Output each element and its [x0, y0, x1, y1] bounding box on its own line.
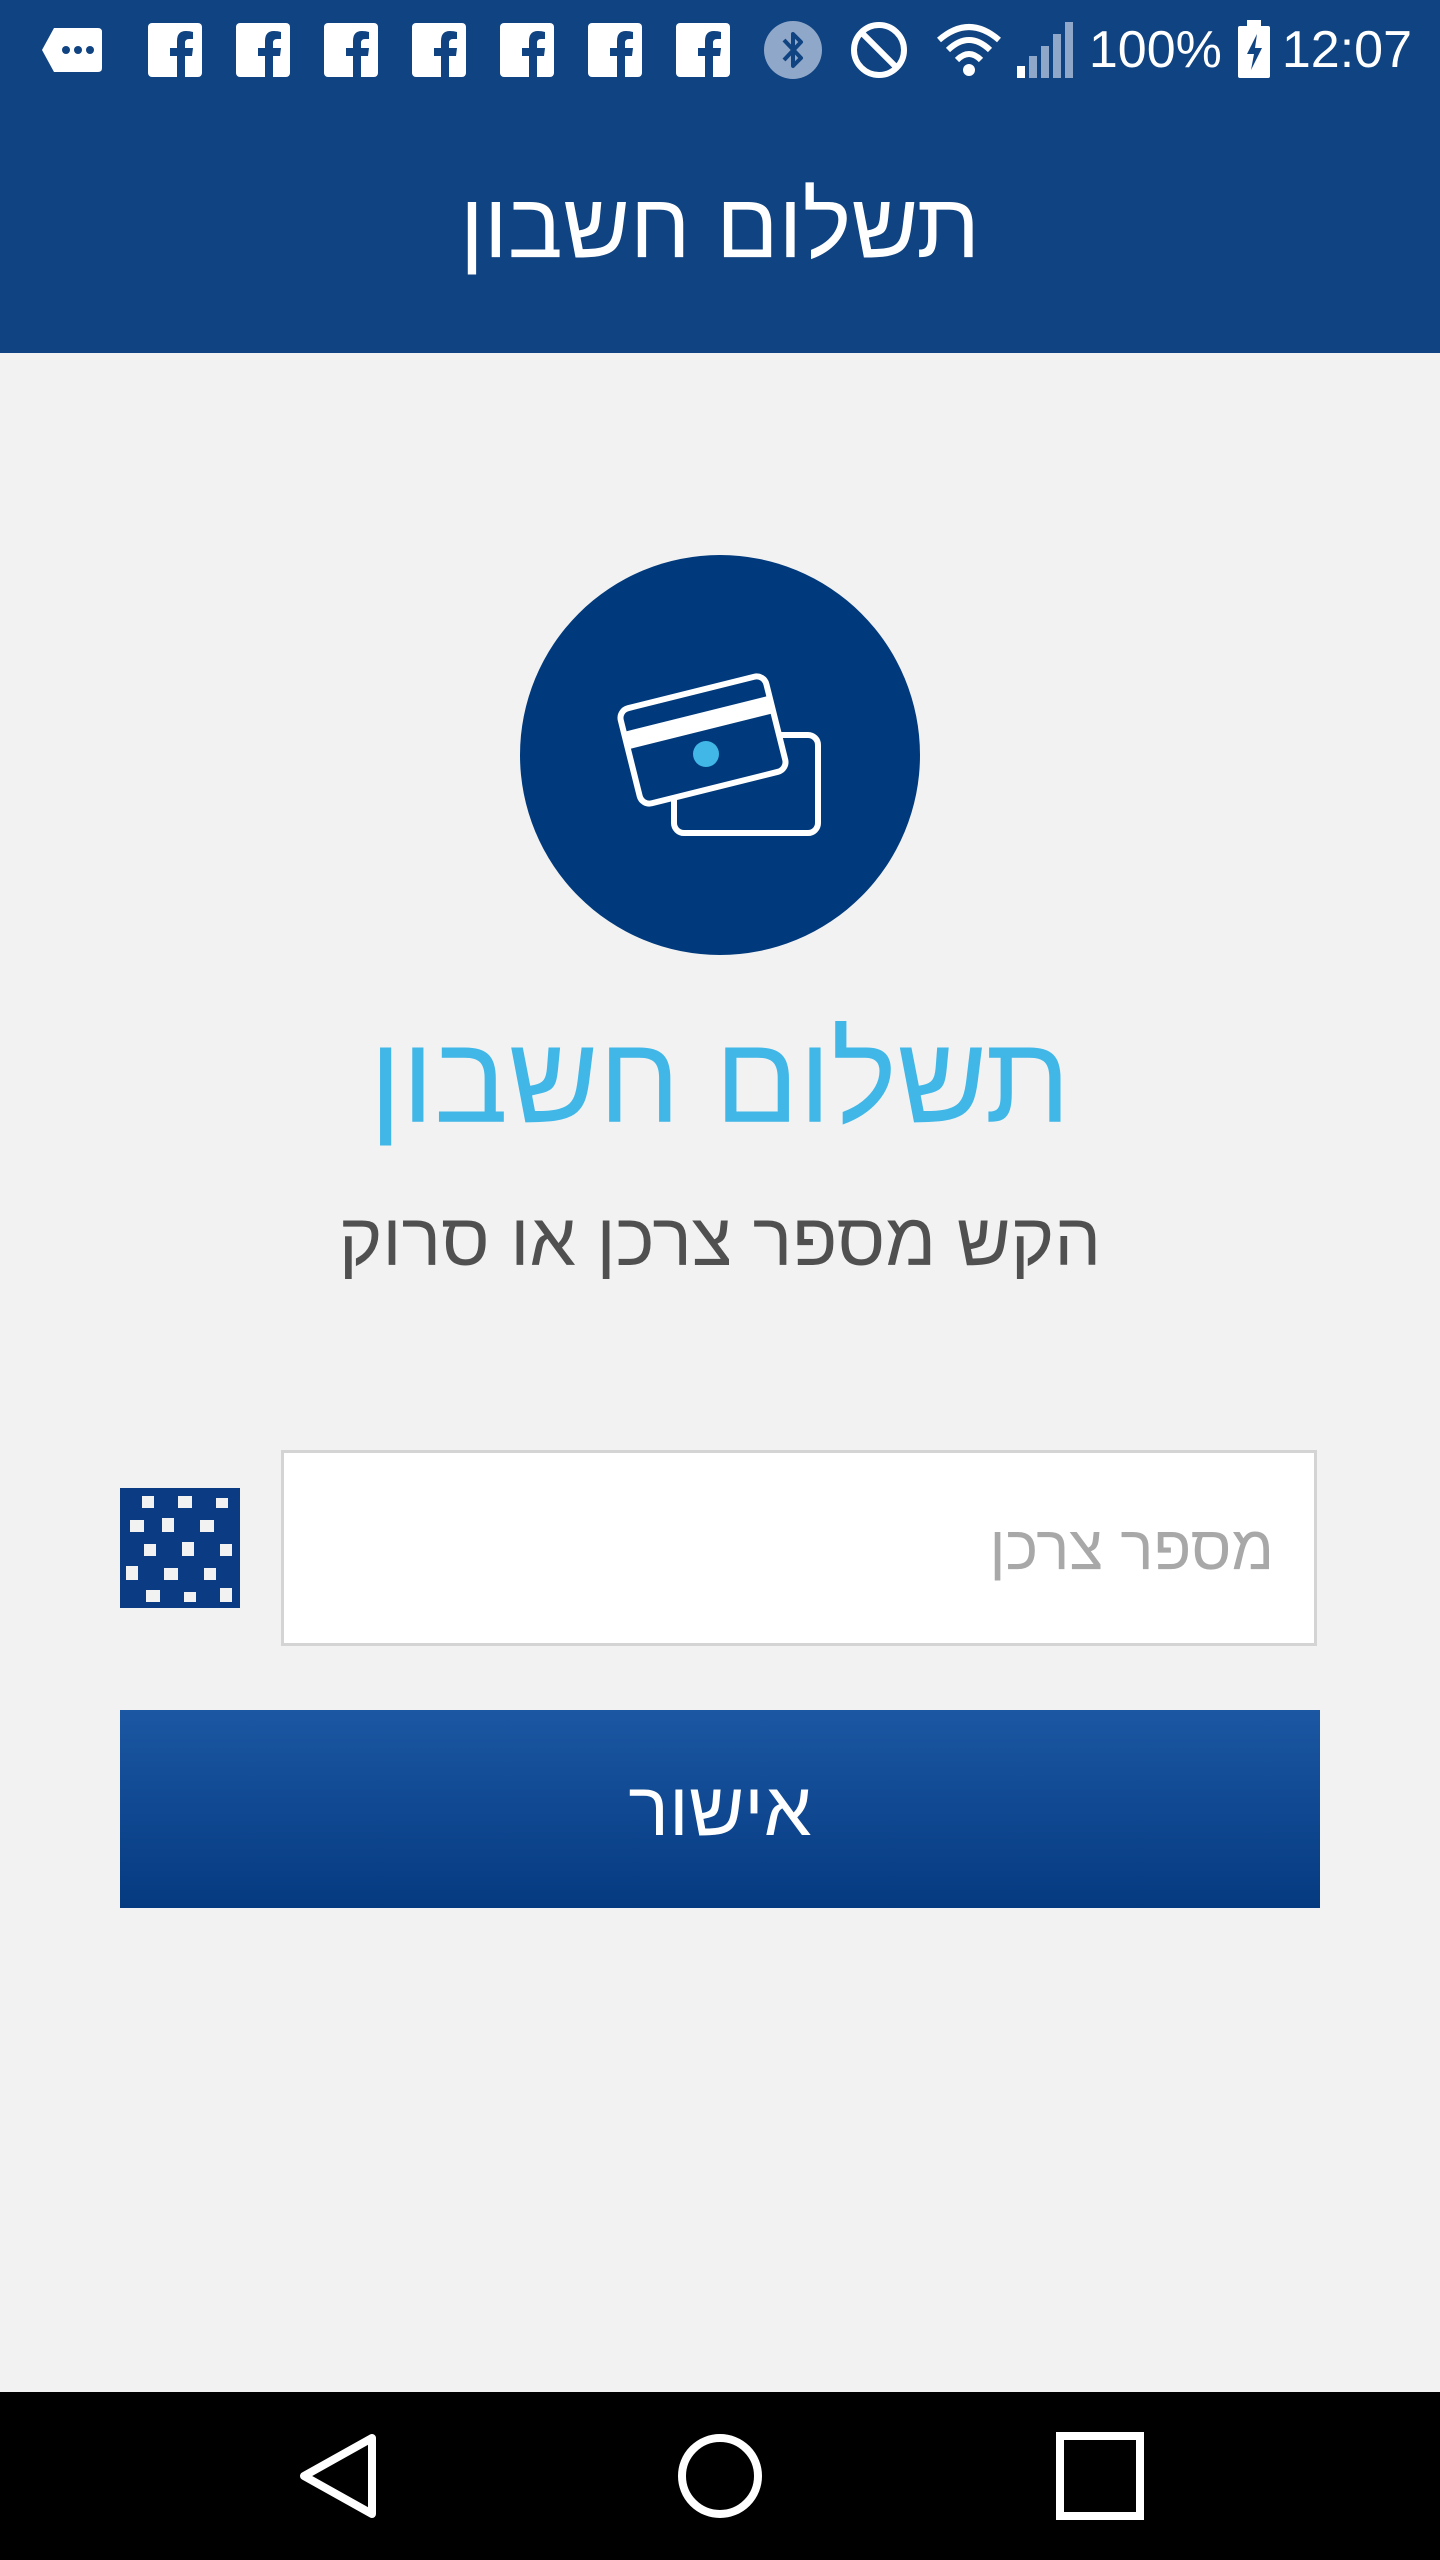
recent-apps-icon[interactable] — [1040, 2416, 1160, 2536]
clock: 12:07 — [1281, 21, 1412, 79]
system-icons: 100% 12:07 — [763, 20, 1412, 80]
notification-icons — [40, 20, 764, 80]
do-not-disturb-icon — [850, 22, 907, 78]
instruction-text: הקש מספר צרכן או סרוק — [338, 1198, 1102, 1281]
hero-circle — [520, 555, 920, 955]
back-icon[interactable] — [280, 2416, 400, 2536]
facebook-icon — [412, 23, 466, 77]
facebook-icon — [588, 23, 642, 77]
battery-percent: 100% — [1088, 21, 1222, 79]
wifi-icon — [936, 24, 1001, 76]
barcode-scan-icon[interactable] — [120, 1488, 240, 1608]
home-icon[interactable] — [660, 2416, 780, 2536]
confirm-button-label: אישור — [628, 1766, 812, 1852]
confirm-button[interactable]: אישור — [120, 1710, 1320, 1908]
facebook-icon — [148, 23, 202, 77]
facebook-icon — [500, 23, 554, 77]
signal-icon — [1016, 22, 1073, 78]
credit-cards-icon — [617, 673, 821, 836]
bluetooth-icon — [763, 21, 822, 79]
chat-icon — [42, 28, 102, 72]
battery-charging-icon — [1237, 20, 1270, 78]
facebook-icon — [324, 23, 378, 77]
navigation-bar — [0, 2392, 1440, 2560]
app-bar: תשלום חשבון — [0, 100, 1440, 353]
facebook-icon — [676, 23, 730, 77]
section-title: תשלום חשבון — [369, 1011, 1071, 1149]
facebook-icon — [236, 23, 290, 77]
page-title: תשלום חשבון — [459, 175, 980, 277]
customer-number-input[interactable] — [281, 1450, 1317, 1646]
status-bar: 100% 12:07 — [0, 0, 1440, 100]
